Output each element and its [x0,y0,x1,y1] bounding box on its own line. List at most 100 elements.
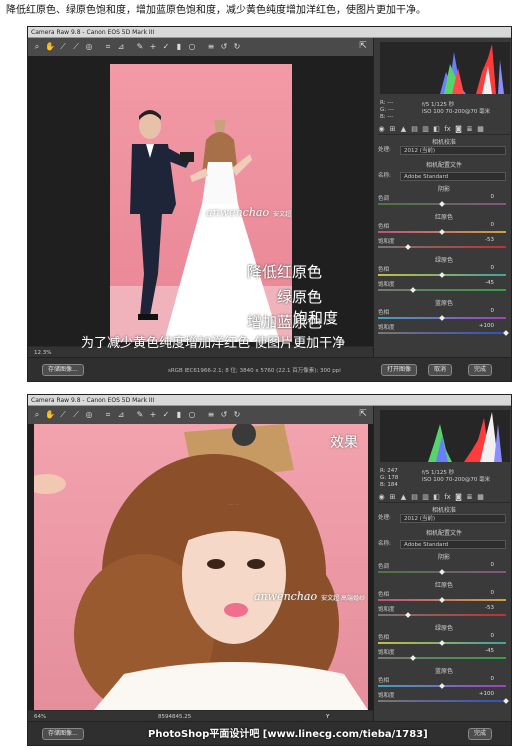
slider-value[interactable]: 0 [491,590,495,596]
straighten-tool-icon[interactable]: ⊿ [116,42,126,52]
slider-value[interactable]: +100 [479,691,494,697]
profile-select[interactable]: Adobe Standard [400,540,506,549]
adjustment-brush-icon[interactable]: ✓ [161,42,171,52]
presets-tab-icon[interactable]: ≣ [466,492,473,502]
rotate-left-icon[interactable]: ↺ [219,410,229,420]
hand-tool-icon[interactable]: ✋ [45,42,55,52]
crop-tool-icon[interactable]: ⌗ [103,410,113,420]
zoom-tool-icon[interactable]: ⌕ [32,42,42,52]
basic-tab-icon[interactable]: ◉ [378,492,385,502]
white-balance-tool-icon[interactable]: ⟋ [58,42,68,52]
save-image-button[interactable]: 存储图像... [42,364,84,376]
slider-row: 色相 0 [378,265,510,279]
slider-value[interactable]: 0 [491,222,495,228]
split-toning-tab-icon[interactable]: ▥ [422,124,429,134]
slider-label: 饱和度 [378,607,395,613]
split-toning-tab-icon[interactable]: ▥ [422,492,429,502]
detail-tab-icon[interactable]: ▲ [400,492,407,502]
process-select[interactable]: 2012 (当前) [400,514,506,523]
red-eye-icon[interactable]: + [148,410,158,420]
slider-value[interactable]: 0 [491,265,495,271]
graduated-filter-icon[interactable]: ▮ [174,42,184,52]
slider-value[interactable]: +100 [479,323,494,329]
slider-thumb[interactable] [503,330,509,336]
image-preview[interactable]: anwenchao 安文超 高端婚纱 效果 [28,424,373,710]
slider-track[interactable] [378,614,506,616]
preferences-icon[interactable]: ≡ [206,42,216,52]
tone-curve-tab-icon[interactable]: ⊞ [389,492,396,502]
hsl-tab-icon[interactable]: ▤ [411,124,418,134]
slider-value[interactable]: 0 [491,194,495,200]
hsl-tab-icon[interactable]: ▤ [411,492,418,502]
adjustment-panel: R: 247 G: 178 B: 184 f/5 1/125 秒 ISO 100… [373,406,511,721]
section-title: 绿原色 [434,257,453,264]
slider-value[interactable]: -45 [485,280,494,286]
rgb-readout: R: --- G: --- B: --- f/5 1/125 秒 ISO 100… [380,98,510,122]
slider-value[interactable]: -53 [485,237,494,243]
image-info[interactable]: sRGB IEC61966-2.1; 8 位; 3840 x 5760 (22.… [168,366,341,374]
slider-thumb[interactable] [503,698,509,704]
crop-tool-icon[interactable]: ⌗ [103,42,113,52]
cancel-button[interactable]: 取消 [428,364,453,376]
radial-filter-icon[interactable]: ○ [187,42,197,52]
profile-select[interactable]: Adobe Standard [400,172,506,181]
slider-value[interactable]: -45 [485,648,494,654]
slider-track[interactable] [378,246,506,248]
spot-removal-icon[interactable]: ✎ [135,410,145,420]
zoom-tool-icon[interactable]: ⌕ [32,410,42,420]
slider-label: 饱和度 [378,650,395,656]
detail-tab-icon[interactable]: ▲ [400,124,407,134]
straighten-tool-icon[interactable]: ⊿ [116,410,126,420]
wedding-couple-illustration [110,110,292,342]
white-balance-tool-icon[interactable]: ⟋ [58,410,68,420]
open-image-button[interactable]: 打开图像 [381,364,418,376]
section-title: 蓝原色 [434,300,453,307]
image-preview[interactable]: anwenchao安文超 高端婚纱 降低红原色 绿原色 增加蓝原色 [28,56,373,346]
effects-tab-icon[interactable]: fx [444,492,451,502]
snapshots-tab-icon[interactable]: ▦ [477,492,484,502]
slider-track[interactable] [378,700,506,702]
rotate-right-icon[interactable]: ↻ [232,42,242,52]
slider-row: 色相 0 [378,308,510,322]
camera-calibration-tab-icon[interactable]: ◙ [455,124,462,134]
rotate-right-icon[interactable]: ↻ [232,410,242,420]
targeted-adjust-icon[interactable]: ◎ [84,42,94,52]
slider-track[interactable] [378,657,506,659]
tone-curve-tab-icon[interactable]: ⊞ [389,124,396,134]
slider-value[interactable]: 0 [491,676,495,682]
red-eye-icon[interactable]: + [148,42,158,52]
instruction-caption: 降低红原色、绿原色饱和度，增加蓝原色饱和度，减少黄色纯度增加洋红色，使图片更加干… [6,5,426,16]
radial-filter-icon[interactable]: ○ [187,410,197,420]
camera-calibration-tab-icon[interactable]: ◙ [455,492,462,502]
color-sampler-icon[interactable]: ⟋ [71,410,81,420]
slider-track[interactable] [378,289,506,291]
effects-tab-icon[interactable]: fx [444,124,451,134]
fullscreen-icon[interactable]: ⇱ [357,40,369,52]
color-sampler-icon[interactable]: ⟋ [71,42,81,52]
save-image-button[interactable]: 存储图像... [42,728,84,740]
lens-tab-icon[interactable]: ◧ [433,124,440,134]
snapshots-tab-icon[interactable]: ▦ [477,124,484,134]
lens-tab-icon[interactable]: ◧ [433,492,440,502]
slider-track[interactable] [378,332,506,334]
adjustment-panel: R: --- G: --- B: --- f/5 1/125 秒 ISO 100… [373,38,511,357]
slider-value[interactable]: -53 [485,605,494,611]
basic-tab-icon[interactable]: ◉ [378,124,385,134]
presets-tab-icon[interactable]: ≣ [466,124,473,134]
spot-removal-icon[interactable]: ✎ [135,42,145,52]
targeted-adjust-icon[interactable]: ◎ [84,410,94,420]
done-button[interactable]: 完成 [468,364,493,376]
process-select[interactable]: 2012 (当前) [400,146,506,155]
slider-value[interactable]: 0 [491,562,495,568]
hand-tool-icon[interactable]: ✋ [45,410,55,420]
fullscreen-icon[interactable]: ⇱ [357,408,369,420]
adjustment-brush-icon[interactable]: ✓ [161,410,171,420]
slider-value[interactable]: 0 [491,633,495,639]
preferences-icon[interactable]: ≡ [206,410,216,420]
wedding-photo: anwenchao安文超 高端婚纱 [110,64,292,342]
rotate-left-icon[interactable]: ↺ [219,42,229,52]
done-button[interactable]: 完成 [468,728,493,740]
graduated-filter-icon[interactable]: ▮ [174,410,184,420]
slider-value[interactable]: 0 [491,308,495,314]
slider-label: 色相 [378,224,390,230]
